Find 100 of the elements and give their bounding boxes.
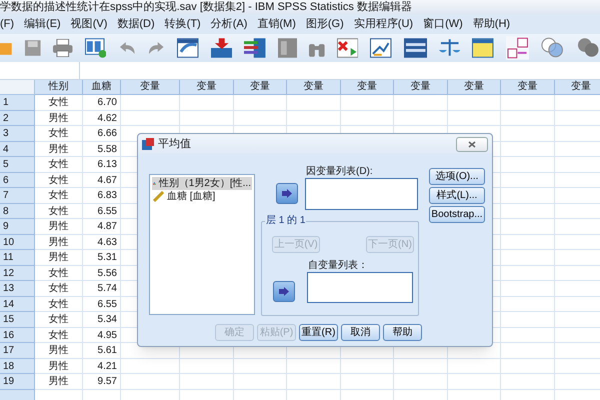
move-button[interactable] [276,183,298,204]
dialog-button[interactable]: 选项(O)... [429,168,485,185]
row-number[interactable]: 5 [0,157,35,172]
menu-item[interactable]: 视图(V) [70,16,108,32]
empty-cell [180,358,234,374]
print-icon[interactable] [53,39,73,57]
row-number[interactable]: 12 [0,266,35,281]
dialog-button[interactable]: 样式(L)... [429,187,485,204]
independent-list-field[interactable] [307,272,413,303]
menu-item[interactable]: 直销(M) [257,16,296,32]
scale-icon[interactable] [438,38,460,58]
circles-icon[interactable] [576,37,600,59]
menu-item[interactable]: 帮助(H) [472,16,510,32]
variable-label: 血糖 [血糖] [167,190,216,204]
menu-item[interactable]: 数据(D) [117,16,155,32]
column-header[interactable]: 变量 [121,80,180,95]
empty-cell [448,110,501,126]
table-cell: 女性 [35,296,83,312]
dependent-list-field[interactable] [305,178,418,210]
arrow-icon [282,189,292,198]
table-cell: 4.67 [83,172,121,188]
empty-cell [448,95,501,110]
column-header[interactable]: 变量 [287,80,340,95]
table-cell: 男性 [35,343,83,358]
row-number[interactable]: 8 [0,204,35,219]
table-cell: 男性 [35,142,83,157]
columns-icon[interactable] [244,38,266,58]
empty-cell [340,374,394,390]
table-cell: 5.58 [83,142,121,157]
redo-icon[interactable] [148,41,166,55]
column-header[interactable]: 变量 [340,80,394,95]
row-number[interactable]: 13 [0,281,35,296]
field-label: 因变量列表(D): [306,164,373,179]
row-number[interactable]: 1 [0,95,35,110]
download-table-icon[interactable] [210,38,232,58]
variable-list[interactable]: 性别（1男2女）[性... 血糖 [血糖] [149,174,255,315]
row-number[interactable]: 11 [0,250,35,266]
move-button[interactable] [273,281,295,302]
row-number[interactable]: 4 [0,142,35,157]
table-cell: 5.34 [83,312,121,328]
menu-item[interactable]: 图形(G) [306,16,344,32]
row-number[interactable]: 17 [0,343,35,358]
row-number[interactable]: 18 [0,358,35,374]
row-number[interactable]: 6 [0,172,35,188]
column-header[interactable]: 性别 [35,80,83,95]
empty-cell [501,374,554,390]
empty-cell [287,95,340,110]
table-cell: 6.13 [83,157,121,172]
row-number[interactable]: 10 [0,234,35,250]
row-number[interactable]: 2 [0,110,35,126]
empty-cell [448,358,501,374]
menu-item[interactable]: (F) [0,16,14,32]
row-number[interactable]: 9 [0,219,35,234]
empty-cell [501,172,554,188]
column-header[interactable]: 变量 [501,80,554,95]
row-number[interactable]: 16 [0,328,35,343]
column-header[interactable]: 变量 [448,80,501,95]
dialog-button[interactable]: 重置(R) [299,324,338,341]
grid-icon[interactable] [278,38,298,58]
column-header[interactable]: 变量 [554,80,600,95]
table-cell: 9.57 [83,374,121,390]
window-icon[interactable] [84,38,106,58]
circles-icon[interactable] [541,37,565,59]
dialog-button[interactable]: 帮助 [383,324,422,341]
column-header[interactable]: 变量 [394,80,448,95]
column-header[interactable]: 变量 [180,80,234,95]
variable-item[interactable]: 血糖 [血糖] [152,190,252,203]
menu-item[interactable]: 窗口(W) [423,16,463,32]
chart-table-icon[interactable] [370,38,392,58]
empty-cell [234,358,287,374]
column-header[interactable]: 变量 [234,80,287,95]
dialog-button[interactable]: 取消 [341,324,380,341]
row-number[interactable]: 14 [0,296,35,312]
row-number[interactable]: 3 [0,126,35,142]
table-cell: 4.63 [83,234,121,250]
menu-item[interactable]: 转换(T) [164,16,201,32]
row-number[interactable]: 15 [0,312,35,328]
dialog-button[interactable]: Bootstrap... [429,206,485,223]
empty-cell [394,374,448,390]
row-number[interactable]: 7 [0,188,35,204]
table-icon[interactable] [177,38,199,58]
table-cell: 6.70 [83,95,121,110]
table-icon[interactable] [404,38,427,58]
empty-cell [501,234,554,250]
close-button[interactable] [456,136,488,152]
table-cell: 5.56 [83,266,121,281]
column-header[interactable]: 血糖 [83,80,121,95]
empty-cell [501,95,554,110]
menu-item[interactable]: 分析(A) [210,16,248,32]
table-cell: 6.55 [83,204,121,219]
value-labels-icon[interactable] [506,36,530,60]
menu-item[interactable]: 实用程序(U) [354,16,414,32]
menu-item[interactable]: 编辑(E) [24,16,61,32]
corner-cell[interactable] [0,80,35,95]
save-icon[interactable] [24,39,42,57]
table-icon[interactable] [472,38,494,58]
row-number[interactable]: 19 [0,374,35,390]
delete-cases-icon[interactable] [336,38,358,58]
undo-icon[interactable] [118,41,136,55]
table-cell: 男性 [35,358,83,374]
